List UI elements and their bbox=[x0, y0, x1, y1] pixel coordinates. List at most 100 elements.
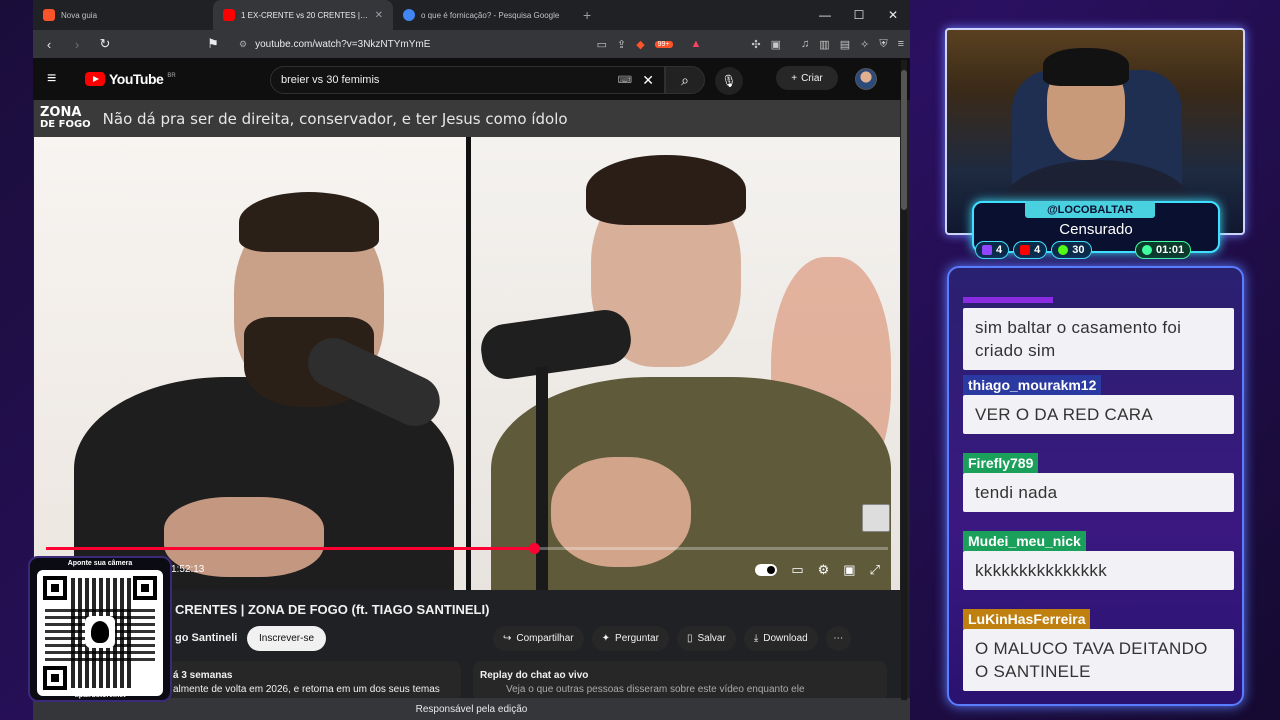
chat-text: O MALUCO TAVA DEITANDO O SANTINELE bbox=[963, 629, 1234, 691]
voice-search-button[interactable]: 🎙 bbox=[715, 67, 743, 95]
screenshot-icon[interactable]: ▣ bbox=[771, 38, 781, 51]
chat-panel: sim baltar o casamento foi criado sim th… bbox=[947, 266, 1244, 706]
youtube-logo[interactable]: YouTube BR bbox=[85, 71, 176, 87]
progress-bar[interactable] bbox=[46, 543, 888, 554]
subscribe-button[interactable]: Inscrever-se bbox=[247, 626, 327, 651]
youtube-favicon-icon bbox=[223, 9, 235, 21]
microphone-icon: 🎙 bbox=[721, 74, 737, 88]
url-field[interactable]: ⚙ youtube.com/watch?v=3NkzNTYmYmE bbox=[231, 33, 589, 55]
time-display: 1:52:13 bbox=[171, 564, 205, 575]
video-banner: ZONA DE FOGO Não dá pra ser de direita, … bbox=[34, 100, 900, 137]
chat-text: kkkkkkkkkkkkkkk bbox=[963, 551, 1234, 590]
qr-center-logo bbox=[85, 616, 115, 648]
youtube-wordmark: YouTube bbox=[109, 71, 164, 87]
chat-username bbox=[963, 297, 1053, 303]
qr-code-card: Aponte sua câmera tipa.rbstore.net bbox=[28, 556, 172, 702]
action-buttons: ↪ Compartilhar ✦ Perguntar ▯ Salvar ⤓ Do… bbox=[493, 626, 851, 651]
chat-text: VER O DA RED CARA bbox=[963, 395, 1234, 434]
miniplayer-icon[interactable]: ▣ bbox=[843, 562, 855, 578]
twitch-viewers: 4 bbox=[975, 241, 1010, 259]
tab-nova-guia[interactable]: Nova guia bbox=[33, 0, 213, 30]
tab-strip: Nova guia 1 EX-CRENTE vs 20 CRENTES | ZO… bbox=[33, 0, 910, 30]
chat-text: tendi nada bbox=[963, 473, 1234, 512]
youtube-play-icon bbox=[85, 72, 105, 86]
wallet-icon[interactable]: ▤ bbox=[840, 38, 850, 51]
forward-icon[interactable]: › bbox=[67, 37, 87, 52]
tab-title: 1 EX-CRENTE vs 20 CRENTES | ZONA bbox=[241, 10, 369, 20]
chat-message: thiago_mourakm12 VER O DA RED CARA bbox=[963, 375, 1234, 434]
tab-title: o que é fornicação? - Pesquisa Google bbox=[421, 10, 560, 20]
fullscreen-icon[interactable]: ⤢ bbox=[870, 562, 880, 578]
sparkle-icon: ✦ bbox=[601, 633, 611, 644]
subtitles-icon[interactable]: ▭ bbox=[791, 562, 803, 578]
chat-replay-box[interactable]: Replay do chat ao vivo Veja o que outras… bbox=[473, 661, 887, 701]
hamburger-menu-icon[interactable]: ≡ bbox=[47, 70, 71, 88]
brave-shields-icon[interactable]: ◆ bbox=[636, 38, 644, 51]
rewards-icon[interactable]: ▲ bbox=[691, 38, 702, 50]
clear-search-icon[interactable]: ✕ bbox=[642, 72, 654, 89]
minimize-icon[interactable]: — bbox=[808, 0, 842, 30]
save-button[interactable]: ▯ Salvar bbox=[676, 626, 736, 651]
right-person-hair bbox=[586, 155, 746, 225]
download-label: Download bbox=[763, 633, 808, 644]
google-icon bbox=[403, 9, 415, 21]
share-button[interactable]: ↪ Compartilhar bbox=[493, 626, 584, 651]
tab-title: Nova guia bbox=[61, 10, 98, 20]
chat-username: Firefly789 bbox=[963, 453, 1039, 473]
download-icon: ⤓ bbox=[753, 633, 759, 644]
page-scrollbar[interactable] bbox=[901, 60, 907, 700]
banner-text: Não dá pra ser de direita, conservador, … bbox=[102, 109, 568, 128]
sidebar-icon[interactable]: ▥ bbox=[819, 38, 829, 51]
tab-youtube[interactable]: 1 EX-CRENTE vs 20 CRENTES | ZONA ✕ bbox=[213, 0, 393, 30]
tab-google[interactable]: o que é fornicação? - Pesquisa Google bbox=[393, 0, 573, 30]
search-value: breier vs 30 femimis bbox=[281, 74, 380, 86]
bookmark-page-icon[interactable]: ⚑ bbox=[203, 36, 223, 52]
account-avatar[interactable] bbox=[855, 68, 877, 90]
zona-de-fogo-logo: ZONA DE FOGO bbox=[40, 104, 91, 131]
clock-icon bbox=[1142, 245, 1152, 255]
new-tab-button[interactable]: + bbox=[573, 0, 601, 30]
qr-finder-bottom-left bbox=[43, 666, 67, 690]
download-button[interactable]: ⤓ Download bbox=[743, 626, 818, 651]
uptime-timer: 01:01 bbox=[1135, 241, 1192, 259]
save-label: Salvar bbox=[697, 633, 726, 644]
logo-line-1: ZONA bbox=[40, 104, 82, 120]
cast-icon[interactable]: ▭ bbox=[597, 38, 607, 51]
search-input[interactable]: breier vs 30 femimis ⌨ ✕ bbox=[270, 66, 665, 94]
chat-text: sim baltar o casamento foi criado sim bbox=[963, 308, 1234, 370]
video-player[interactable]: ZONA DE FOGO Não dá pra ser de direita, … bbox=[34, 100, 900, 590]
keyboard-icon[interactable]: ⌨ bbox=[618, 75, 632, 86]
autoplay-toggle[interactable] bbox=[755, 564, 778, 576]
create-button[interactable]: + Criar bbox=[776, 66, 838, 90]
extensions-icon[interactable]: ✣ bbox=[751, 38, 760, 51]
close-tab-icon[interactable]: ✕ bbox=[375, 10, 383, 21]
streamer-hair bbox=[1043, 48, 1129, 86]
share-page-icon[interactable]: ⇪ bbox=[617, 38, 626, 51]
menu-icon[interactable]: ≡ bbox=[898, 38, 904, 50]
twitch-count: 4 bbox=[996, 244, 1003, 256]
leo-icon[interactable]: ✧ bbox=[860, 38, 869, 51]
search-button[interactable]: ⌕ bbox=[665, 66, 705, 94]
close-window-icon[interactable]: ✕ bbox=[876, 0, 910, 30]
chat-username: Mudei_meu_nick bbox=[963, 531, 1086, 551]
maximize-icon[interactable]: ☐ bbox=[842, 0, 876, 30]
chat-message: Mudei_meu_nick kkkkkkkkkkkkkkk bbox=[963, 531, 1234, 590]
music-icon[interactable]: ♫ bbox=[801, 38, 809, 50]
kick-icon bbox=[1058, 245, 1069, 255]
more-icon: ⋯ bbox=[833, 633, 844, 644]
vpn-icon[interactable]: ⛨ bbox=[879, 38, 887, 51]
more-actions-button[interactable]: ⋯ bbox=[825, 626, 851, 651]
toolbar-icons: ▭ ⇪ ◆ 99+ ▲ ✣ ▣ ♫ ▥ ▤ ✧ ⛨ ≡ bbox=[597, 38, 904, 51]
channel-name[interactable]: go Santineli bbox=[175, 632, 237, 644]
ask-button[interactable]: ✦ Perguntar bbox=[591, 626, 669, 651]
back-icon[interactable]: ‹ bbox=[39, 37, 59, 52]
qr-caption: Aponte sua câmera bbox=[67, 560, 133, 567]
chat-message: sim baltar o casamento foi criado sim bbox=[963, 290, 1234, 370]
youtube-viewers: 4 bbox=[1013, 241, 1048, 259]
site-settings-icon[interactable]: ⚙ bbox=[239, 39, 247, 50]
settings-icon[interactable]: ⚙ bbox=[818, 562, 830, 578]
scrollbar-thumb[interactable] bbox=[901, 70, 907, 210]
reload-icon[interactable]: ↻ bbox=[95, 36, 115, 52]
qr-finder-top-right bbox=[133, 576, 157, 600]
left-person-hair bbox=[239, 192, 379, 252]
